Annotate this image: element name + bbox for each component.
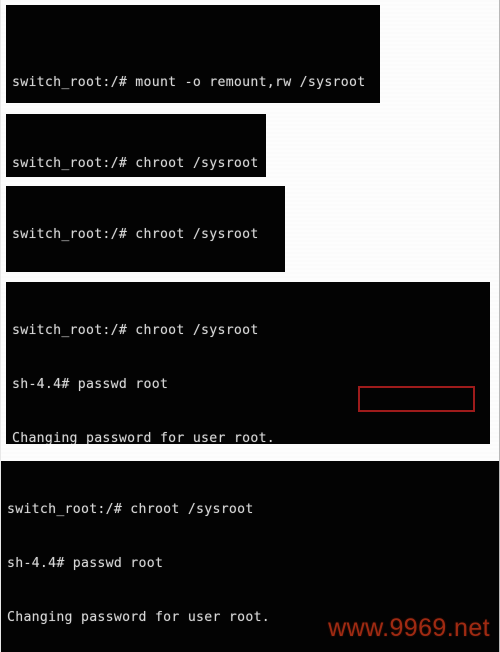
terminal-line: switch_root:/# mount -o remount,rw /sysr… xyxy=(12,75,366,90)
terminal-line: switch_root:/# chroot /sysroot xyxy=(12,323,259,338)
terminal-pane-4[interactable]: switch_root:/# chroot /sysroot sh-4.4# p… xyxy=(6,282,490,444)
terminal-pane-2[interactable]: switch_root:/# chroot /sysroot sh-4.4# xyxy=(6,114,266,177)
terminal-line: switch_root:/# chroot /sysroot xyxy=(12,227,259,242)
terminal-line: sh-4.4# passwd root xyxy=(7,556,164,571)
terminal-line: Changing password for user root. xyxy=(12,431,276,444)
terminal-line: switch_root:/# chroot /sysroot xyxy=(7,502,254,517)
terminal-line: sh-4.4# passwd root xyxy=(12,377,169,392)
terminal-pane-3[interactable]: switch_root:/# chroot /sysroot sh-4.4# p… xyxy=(6,186,285,272)
terminal-pane-1[interactable]: switch_root:/# mount -o remount,rw /sysr… xyxy=(6,5,380,103)
screenshot-canvas: switch_root:/# mount -o remount,rw /sysr… xyxy=(0,0,500,652)
terminal-line: switch_root:/# chroot /sysroot xyxy=(12,156,259,171)
watermark-text: www.9969.net xyxy=(328,614,490,642)
